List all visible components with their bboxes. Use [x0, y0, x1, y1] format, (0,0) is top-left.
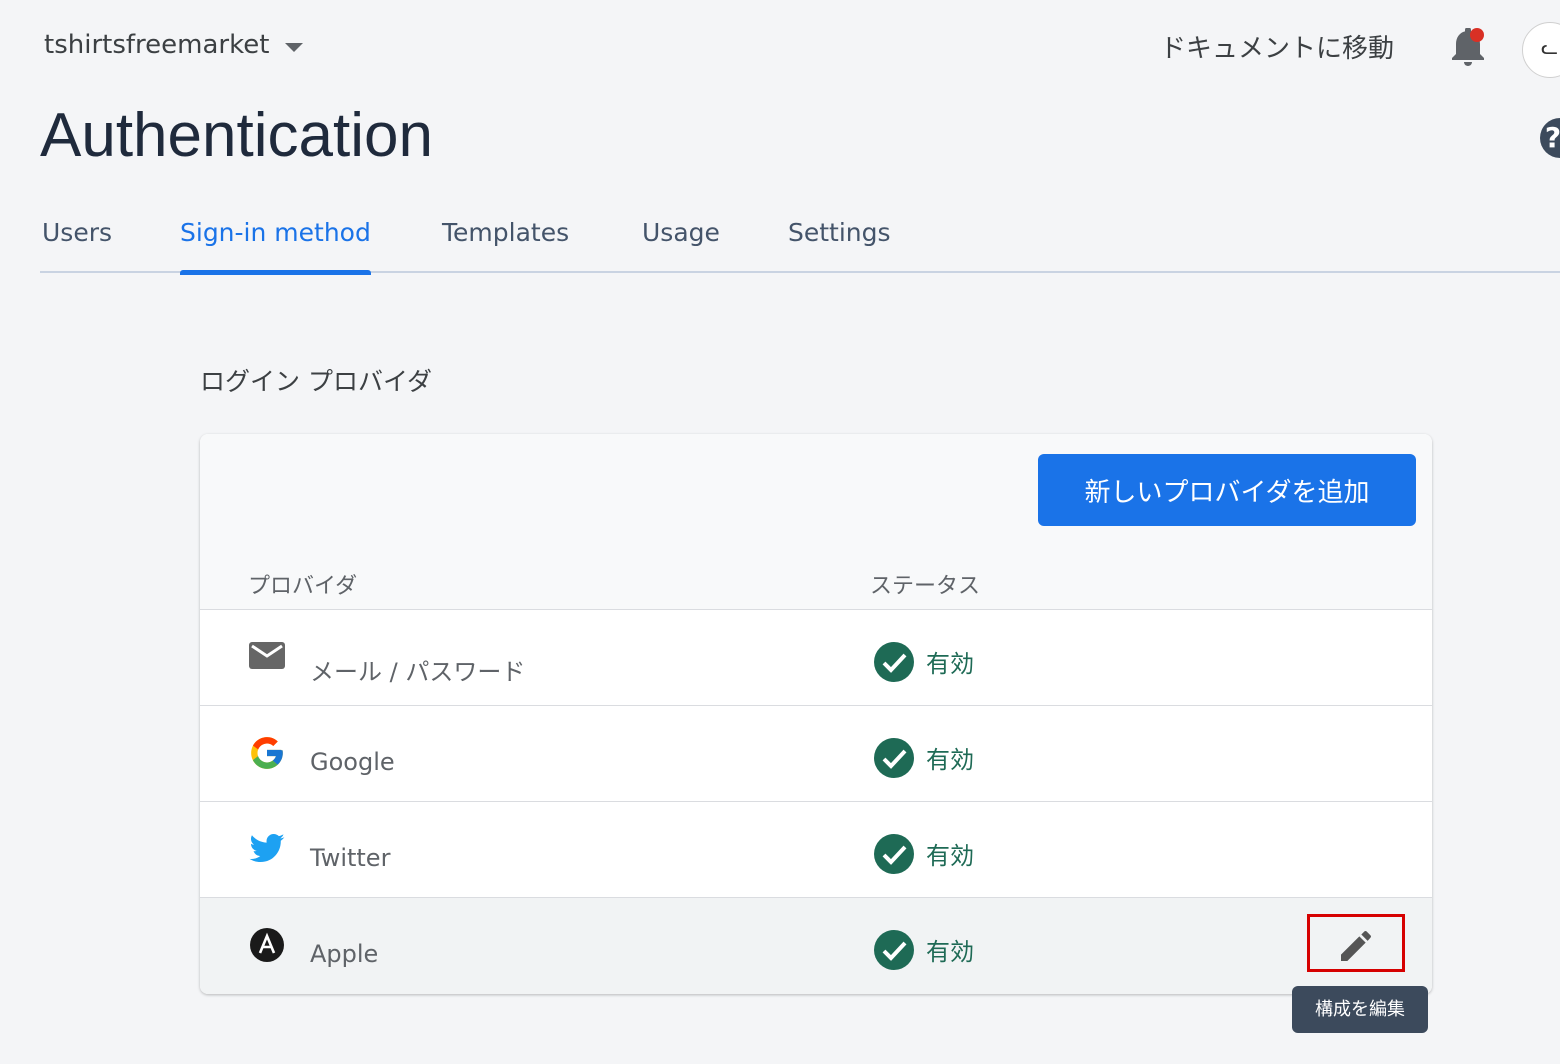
add-provider-button[interactable]: 新しいプロバイダを追加 [1038, 454, 1416, 526]
email-icon [248, 638, 286, 676]
top-bar: tshirtsfreemarket ドキュメントに移動 ᓚ [0, 0, 1560, 92]
docs-link[interactable]: ドキュメントに移動 [1160, 28, 1394, 65]
provider-name: Twitter [310, 844, 391, 872]
tab-users[interactable]: Users [42, 218, 112, 273]
provider-name: Google [310, 748, 395, 776]
tab-settings[interactable]: Settings [788, 218, 891, 273]
check-circle-icon [874, 738, 914, 778]
table-row[interactable]: Twitter 有効 [200, 802, 1432, 898]
card-toolbar: 新しいプロバイダを追加 [200, 434, 1432, 548]
check-circle-icon [874, 930, 914, 970]
column-provider: プロバイダ [248, 574, 358, 599]
status-text: 有効 [926, 650, 974, 678]
check-circle-icon [874, 834, 914, 874]
notifications-bell-icon[interactable] [1450, 27, 1486, 68]
status-text: 有効 [926, 938, 974, 966]
table-header: プロバイダ ステータス [200, 548, 1432, 610]
apple-icon [248, 926, 286, 964]
table-row[interactable]: Apple 有効 [200, 898, 1432, 994]
provider-name: Apple [310, 940, 379, 968]
chevron-down-icon [285, 42, 304, 52]
status-text: 有効 [926, 842, 974, 870]
column-status: ステータス [870, 574, 981, 599]
google-icon [248, 734, 286, 772]
notification-dot [1470, 28, 1484, 42]
tab-templates[interactable]: Templates [442, 218, 569, 273]
check-circle-icon [874, 642, 914, 682]
tab-sign-in-method[interactable]: Sign-in method [180, 218, 371, 275]
help-icon[interactable]: ? [1540, 118, 1560, 158]
project-selector[interactable]: tshirtsfreemarket [44, 30, 304, 60]
tab-bar: Users Sign-in method Templates Usage Set… [40, 210, 1560, 275]
pencil-icon [1341, 931, 1371, 961]
page-title: Authentication [40, 101, 433, 170]
providers-card: 新しいプロバイダを追加 プロバイダ ステータス メール / パスワード 有効 G… [200, 434, 1432, 994]
twitter-icon [248, 830, 286, 868]
user-avatar[interactable]: ᓚ [1522, 22, 1560, 78]
edit-tooltip: 構成を編集 [1292, 986, 1428, 1033]
table-row[interactable]: メール / パスワード 有効 [200, 610, 1432, 706]
status-text: 有効 [926, 746, 974, 774]
provider-name: メール / パスワード [310, 658, 526, 686]
table-row[interactable]: Google 有効 [200, 706, 1432, 802]
project-name: tshirtsfreemarket [44, 30, 270, 60]
section-title: ログイン プロバイダ [200, 367, 432, 396]
edit-provider-button[interactable] [1307, 914, 1405, 972]
tab-usage[interactable]: Usage [642, 218, 720, 273]
